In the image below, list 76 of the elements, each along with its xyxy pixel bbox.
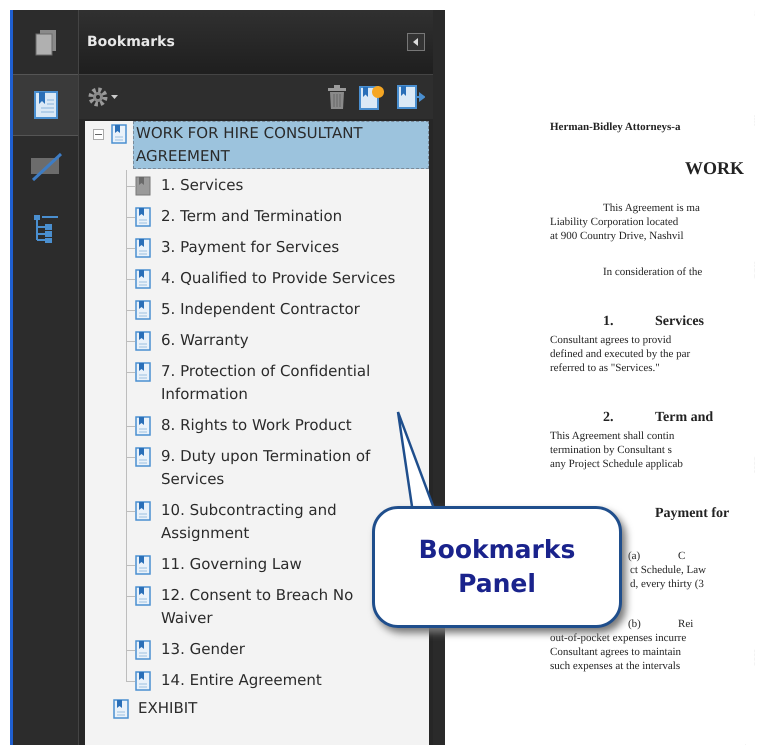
collapse-toggle[interactable] <box>93 129 104 140</box>
document-text: out-of-pocket expenses incurre <box>550 631 688 645</box>
bookmark-star-icon <box>359 84 385 110</box>
bookmark-page-icon <box>135 238 151 258</box>
new-bookmark-button[interactable] <box>359 84 385 110</box>
triangle-left-icon <box>413 38 419 46</box>
bookmark-page-icon <box>135 300 151 320</box>
bookmark-item[interactable]: 13. Gender <box>161 638 245 661</box>
gear-icon <box>87 86 109 108</box>
bookmark-item[interactable]: 11. Governing Law <box>161 553 302 576</box>
minus-icon <box>95 131 102 138</box>
item-number: (b) <box>628 617 642 631</box>
bookmark-page-icon <box>135 586 151 606</box>
document-text: C <box>678 549 686 563</box>
document-text: d, every thirty (3 <box>629 577 705 591</box>
heading-number: 2. <box>603 409 614 427</box>
document-text: In consideration of the <box>602 265 704 279</box>
panel-title: Bookmarks <box>87 34 175 50</box>
document-text: referred to as "Services." <box>550 361 661 375</box>
tree-structure-icon <box>32 213 60 245</box>
page-icon <box>135 176 151 196</box>
caret-icon <box>111 95 118 99</box>
bookmark-item[interactable]: 5. Independent Contractor <box>161 298 360 321</box>
bookmark-page-icon <box>113 699 129 719</box>
delete-button[interactable] <box>327 85 347 109</box>
document-text: such expenses at the intervals <box>550 659 682 673</box>
document-title: WORK <box>685 157 746 179</box>
heading-number: 1. <box>603 313 614 331</box>
document-text: ct Schedule, Law <box>629 563 708 577</box>
bookmark-item[interactable]: 4. Qualified to Provide Services <box>161 267 396 290</box>
bookmark-item[interactable]: 9. Duty upon Termination of Services <box>161 445 406 491</box>
bookmark-page-icon <box>135 416 151 436</box>
document-text: termination by Consultant s <box>550 443 673 457</box>
bookmark-page-icon <box>135 640 151 660</box>
pages-icon <box>34 29 58 57</box>
trash-icon <box>327 85 347 109</box>
collapse-panel-button[interactable] <box>407 33 425 51</box>
item-number: (a) <box>628 549 642 563</box>
bookmark-item[interactable]: 2. Term and Termination <box>161 205 342 228</box>
bookmark-item[interactable]: 1. Services <box>161 174 244 197</box>
document-text: This Agreement is ma <box>602 201 701 215</box>
document-text: at 900 Country Drive, Nashvil <box>550 229 685 243</box>
pen-signature-icon <box>28 152 62 182</box>
bookmark-page-icon <box>135 207 151 227</box>
bookmark-page-icon <box>135 671 151 691</box>
document-text: Herman-Bidley Attorneys-a <box>550 120 682 134</box>
bookmark-page-icon <box>135 269 151 289</box>
bookmark-export-button[interactable] <box>397 84 425 110</box>
bookmark-page-icon <box>135 555 151 575</box>
options-button[interactable] <box>87 86 118 108</box>
document-text: Consultant agrees to maintain <box>550 645 682 659</box>
bookmark-arrow-icon <box>397 84 425 110</box>
bookmark-page-icon <box>135 362 151 382</box>
bookmark-item[interactable]: 14. Entire Agreement <box>161 669 322 692</box>
document-text: any Project Schedule applicab <box>550 457 684 471</box>
callout-tooltip: Bookmarks Panel <box>372 506 622 628</box>
bookmark-item[interactable]: 8. Rights to Work Product <box>161 414 352 437</box>
bookmark-item[interactable]: 3. Payment for Services <box>161 236 340 259</box>
section-heading: Term and <box>655 409 714 427</box>
bookmark-page-icon <box>33 90 59 120</box>
sidebar-tab[interactable] <box>13 74 79 136</box>
bookmark-page-icon <box>135 501 151 521</box>
document-text: defined and executed by the par <box>550 347 692 361</box>
bookmark-item[interactable]: 7. Protection of Confidential Information <box>161 360 406 406</box>
bookmark-page-icon <box>111 124 127 144</box>
document-text: This Agreement shall contin <box>550 429 676 443</box>
document-text: Consultant agrees to provid <box>550 333 672 347</box>
bookmark-item[interactable]: EXHIBIT <box>135 696 429 721</box>
section-heading: Payment for <box>655 505 730 523</box>
bookmark-page-icon <box>135 447 151 467</box>
document-text: Rei <box>678 617 694 631</box>
bookmark-page-icon <box>135 331 151 351</box>
bookmark-item[interactable]: WORK FOR HIRE CONSULTANT AGREEMENT <box>133 121 429 169</box>
document-text: Liability Corporation located <box>550 215 680 229</box>
bookmark-item[interactable]: 6. Warranty <box>161 329 249 352</box>
section-heading: Services <box>655 313 704 331</box>
